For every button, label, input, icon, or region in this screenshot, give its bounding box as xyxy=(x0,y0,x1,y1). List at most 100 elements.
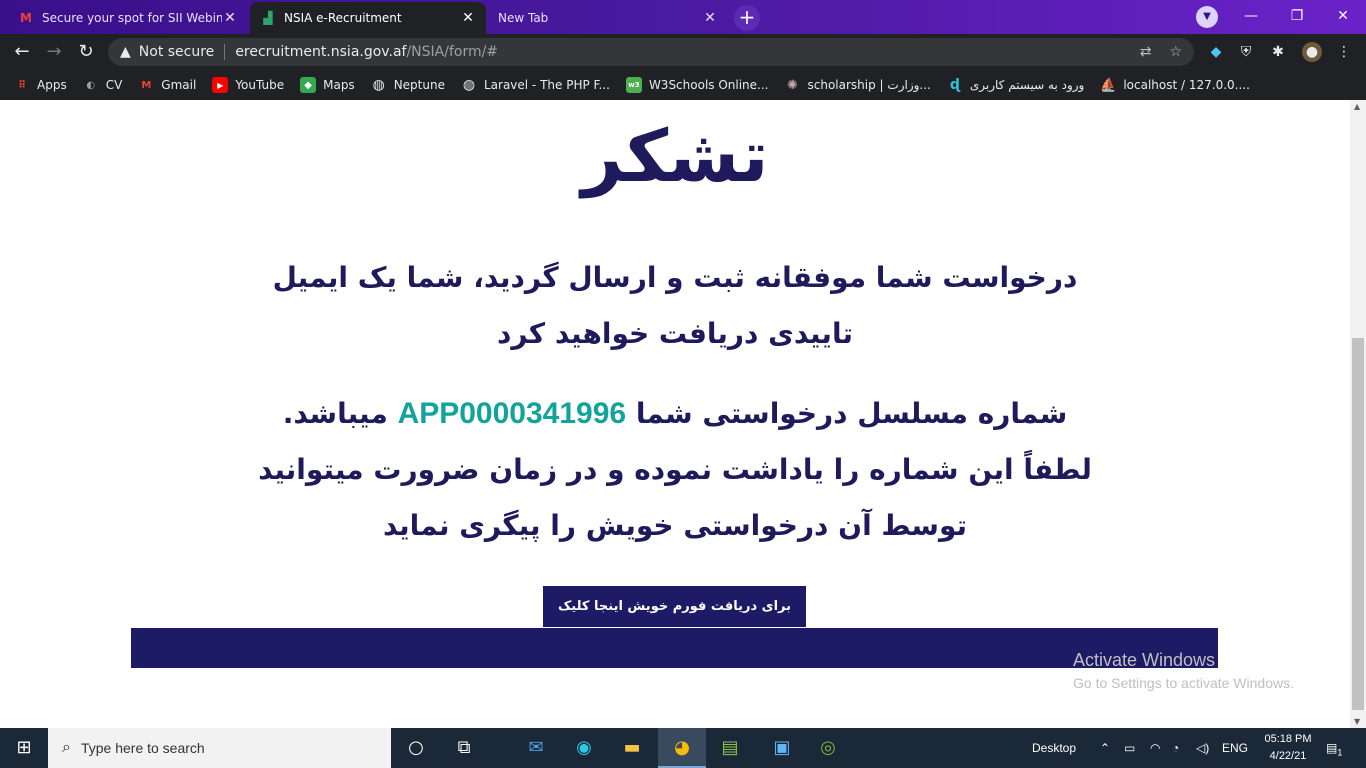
bookmark-localhost[interactable]: ⛵ localhost / 127.0.0.... xyxy=(1100,77,1250,93)
url-host: erecruitment.nsia.gov.af xyxy=(235,44,407,60)
bookmark-label: YouTube xyxy=(235,78,285,92)
message-prefix: شماره مسلسل درخواستی شما xyxy=(635,397,1068,430)
address-bar[interactable]: ▲ Not secure erecruitment.nsia.gov.af /N… xyxy=(108,38,1194,66)
security-label[interactable]: Not secure xyxy=(139,44,215,60)
windows-taskbar: ⊞ ⌕ Type here to search ○ ⧉ ✉ ◉ ▬ ◕ ▤ ▣ … xyxy=(0,728,1366,768)
maps-icon: ◆ xyxy=(300,77,317,93)
gmail-icon: M xyxy=(141,79,152,91)
avatar[interactable]: ● xyxy=(1302,42,1322,62)
cortana-icon[interactable]: ○ xyxy=(392,728,440,768)
page-viewport: تشکر درخواست شما موفقانه ثبت و ارسال گرد… xyxy=(0,100,1350,728)
app-icon[interactable]: ◎ xyxy=(804,728,852,768)
scrollbar-thumb[interactable] xyxy=(1352,338,1364,710)
new-tab-button[interactable]: + xyxy=(734,5,760,31)
gmail-icon: M xyxy=(20,11,32,25)
bookmark-label: localhost / 127.0.0.... xyxy=(1123,78,1250,92)
seal-icon: ✺ xyxy=(787,77,798,93)
success-message: درخواست شما موفقانه ثبت و ارسال گردید، ش… xyxy=(272,261,1078,350)
globe-icon: ◍ xyxy=(372,77,385,93)
w3schools-icon: w3 xyxy=(625,77,642,93)
restore-button[interactable]: ❐ xyxy=(1274,0,1320,32)
bookmark-maps[interactable]: ◆ Maps xyxy=(300,77,355,93)
bookmark-label: scholarship | وزارت... xyxy=(807,78,931,92)
tab-title: New Tab xyxy=(498,11,549,25)
bookmark-label: Apps xyxy=(37,78,67,92)
bookmark-scholarship[interactable]: ✺ scholarship | وزارت... xyxy=(785,77,931,93)
bookmark-label: ورود به سیستم کاربری xyxy=(969,78,1085,92)
bookmark-youtube[interactable]: ▶ YouTube xyxy=(212,77,284,93)
minimize-button[interactable]: — xyxy=(1228,0,1274,32)
scroll-down-icon[interactable]: ▼ xyxy=(1354,717,1360,726)
close-tab-icon[interactable]: ✕ xyxy=(460,10,476,26)
file-explorer-icon[interactable]: ▬ xyxy=(608,728,656,768)
clock-time: 05:18 PM xyxy=(1264,733,1312,745)
close-window-button[interactable]: ✕ xyxy=(1320,0,1366,32)
desktop-toolbar-label[interactable]: Desktop xyxy=(1032,728,1076,768)
application-number-message: شماره مسلسل درخواستی شما APP0000341996 م… xyxy=(250,386,1100,554)
notification-count: 1 xyxy=(1337,747,1343,758)
download-form-button[interactable]: برای دریافت فورم خویش اینجا کلیک کنید xyxy=(543,586,806,655)
forward-icon[interactable]: → xyxy=(42,40,66,64)
bookmark-label: Maps xyxy=(323,78,355,92)
back-icon[interactable]: ← xyxy=(10,40,34,64)
page-scrollbar[interactable]: ▲ ▼ xyxy=(1350,100,1366,728)
edge-icon[interactable]: ◉ xyxy=(560,728,608,768)
notepad-app-icon[interactable]: ▤ xyxy=(706,728,754,768)
tab-nsia-erecruitment[interactable]: ▟ NSIA e-Recruitment ✕ xyxy=(250,2,486,34)
tab-title: Secure your spot for SII Webinar xyxy=(42,11,222,25)
bookmark-w3schools[interactable]: w3 W3Schools Online... xyxy=(625,77,769,93)
language-indicator[interactable]: ENG xyxy=(1222,728,1248,768)
tab-new-tab[interactable]: New Tab ✕ xyxy=(488,2,728,34)
tab-strip: M Secure your spot for SII Webinar ✕ ▟ N… xyxy=(0,0,1366,34)
bookmark-apps[interactable]: ⠿ Apps xyxy=(14,77,67,93)
bookmark-label: W3Schools Online... xyxy=(648,78,769,92)
url-path: /NSIA/form/# xyxy=(406,44,499,60)
tab-title: NSIA e-Recruitment xyxy=(284,11,402,25)
shield-icon[interactable]: ⛨ xyxy=(1236,42,1256,62)
star-bookmark-icon[interactable]: ☆ xyxy=(1169,44,1182,60)
remote-desktop-icon[interactable]: ▣ xyxy=(758,728,806,768)
scroll-up-icon[interactable]: ▲ xyxy=(1354,102,1360,111)
application-number: APP0000341996 xyxy=(397,397,627,430)
close-tab-icon[interactable]: ✕ xyxy=(222,10,238,26)
bookmark-gmail[interactable]: M Gmail xyxy=(138,77,196,93)
watermark-subtitle: Go to Settings to activate Windows. xyxy=(1073,675,1294,691)
menu-kebab-icon[interactable]: ⋮ xyxy=(1334,42,1354,62)
tab-search-icon[interactable]: ▼ xyxy=(1196,6,1218,28)
close-tab-icon[interactable]: ✕ xyxy=(702,10,718,26)
bookmark-cv[interactable]: ◐ CV xyxy=(83,77,122,93)
network-icon[interactable]: ◔ xyxy=(1172,728,1179,768)
search-icon: ⌕ xyxy=(62,739,71,756)
battery-icon[interactable]: ▭ xyxy=(1124,728,1135,768)
extension-icon[interactable]: ◆ xyxy=(1206,42,1226,62)
translate-icon[interactable]: ⇄ xyxy=(1140,44,1152,60)
reload-icon[interactable]: ↻ xyxy=(74,40,98,64)
cv-icon: ◐ xyxy=(86,79,96,91)
apps-grid-icon: ⠿ xyxy=(18,79,26,91)
task-view-icon[interactable]: ⧉ xyxy=(440,728,488,768)
phpmyadmin-icon: ⛵ xyxy=(1100,77,1117,93)
bookmark-label: Laravel - The PHP F... xyxy=(483,78,610,92)
bookmark-login[interactable]: ɖ ورود به سیستم کاربری xyxy=(947,77,1084,93)
volume-icon[interactable]: ◁) xyxy=(1196,728,1209,768)
search-placeholder: Type here to search xyxy=(80,740,205,756)
browser-toolbar: ← → ↻ ▲ Not secure erecruitment.nsia.gov… xyxy=(0,34,1366,70)
windows-start-icon[interactable]: ⊞ xyxy=(0,728,48,768)
footer-band xyxy=(131,628,1218,668)
notification-center-icon[interactable]: ▤1 xyxy=(1326,728,1342,768)
tab-sii-webinar[interactable]: M Secure your spot for SII Webinar ✕ xyxy=(8,2,248,34)
taskbar-search-input[interactable]: ⌕ Type here to search xyxy=(48,728,391,768)
bookmark-laravel[interactable]: ◍ Laravel - The PHP F... xyxy=(461,77,610,93)
youtube-icon: ▶ xyxy=(212,77,229,93)
globe-icon: ◍ xyxy=(462,77,476,93)
wifi-icon[interactable]: ◠ xyxy=(1150,728,1160,768)
login-icon: ɖ xyxy=(949,77,960,93)
tray-overflow-icon[interactable]: ⌃ xyxy=(1100,728,1110,768)
chrome-icon[interactable]: ◕ xyxy=(658,728,706,768)
taskbar-clock[interactable]: 05:18 PM 4/22/21 xyxy=(1256,731,1320,765)
bookmark-neptune[interactable]: ◍ Neptune xyxy=(371,77,445,93)
activate-windows-watermark: Activate Windows Go to Settings to activ… xyxy=(1073,650,1294,691)
mail-icon[interactable]: ✉ xyxy=(512,728,560,768)
bookmark-label: Neptune xyxy=(393,78,445,92)
puzzle-extensions-icon[interactable]: ✱ xyxy=(1268,42,1288,62)
